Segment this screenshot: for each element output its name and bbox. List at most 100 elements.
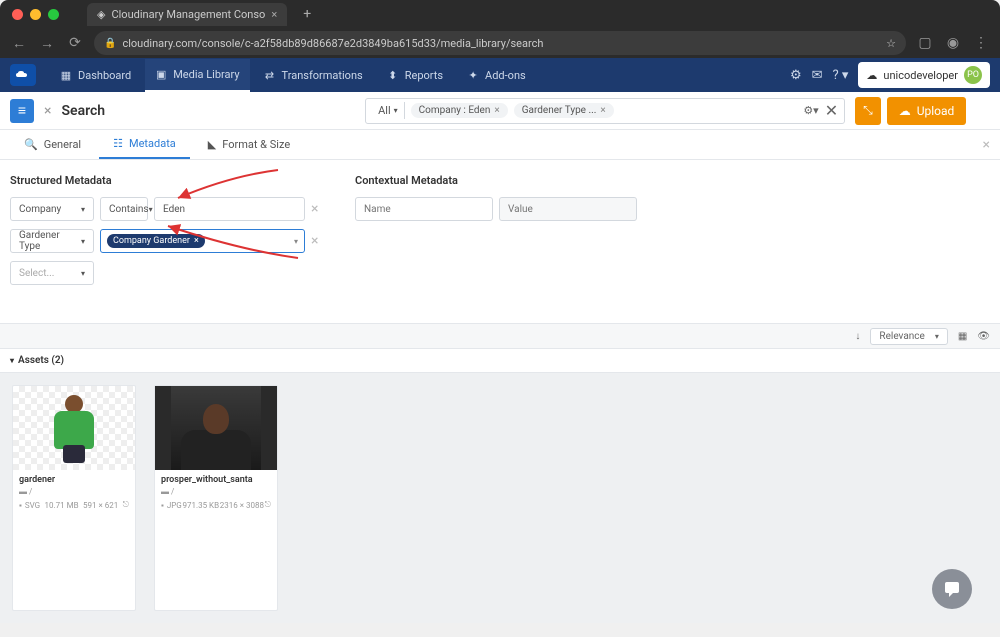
search-input[interactable]: All▾ Company : Eden× Gardener Type ...× … (365, 98, 845, 124)
person-photo (171, 386, 261, 470)
context-value-input[interactable] (499, 197, 637, 221)
chat-icon (942, 579, 962, 599)
preview-toggle-icon[interactable]: 👁 (977, 331, 990, 342)
inbox-icon[interactable]: ✉ (812, 68, 823, 83)
clear-search-icon[interactable]: ✕ (825, 101, 838, 120)
address-bar[interactable]: 🔒 cloudinary.com/console/c-a2f58db89d866… (94, 31, 906, 55)
extension-icon[interactable]: ▢ (916, 35, 934, 51)
tag-remove-icon[interactable]: × (194, 236, 199, 246)
field-dropdown[interactable]: Gardener Type▾ (10, 229, 94, 253)
link-icon[interactable]: ⎋ (265, 500, 271, 510)
upload-options-button[interactable]: ⤡ (855, 97, 881, 125)
filter-row: Gardener Type▾ Company Gardener× ▾ × (10, 229, 325, 253)
browser-tab[interactable]: ◈ Cloudinary Management Conso × (87, 3, 287, 26)
chevron-down-icon: ▾ (294, 237, 298, 246)
person-illustration (50, 393, 98, 463)
tab-format-size[interactable]: ◣Format & Size (194, 131, 304, 158)
format-icon: ▪ (161, 501, 164, 510)
structured-title: Structured Metadata (10, 174, 325, 187)
filters-panel: Structured Metadata Company▾ Contains▾ ×… (0, 160, 1000, 323)
chevron-down-icon: ▾ (81, 269, 85, 278)
addons-icon: ✦ (467, 69, 479, 81)
nav-addons[interactable]: ✦Add-ons (457, 59, 536, 92)
nav-dashboard[interactable]: ▦Dashboard (50, 59, 141, 92)
tab-close-icon[interactable]: × (271, 8, 277, 21)
link-icon[interactable]: ⎋ (123, 500, 129, 510)
transform-icon: ⇄ (264, 69, 276, 81)
nav-transformations[interactable]: ⇄Transformations (254, 59, 373, 92)
filter-row: Company▾ Contains▾ × (10, 197, 325, 221)
structured-metadata-col: Structured Metadata Company▾ Contains▾ ×… (10, 174, 325, 293)
chevron-down-icon: ▾ (81, 237, 85, 246)
filter-chip[interactable]: Gardener Type ...× (514, 103, 614, 118)
main-nav: ▦Dashboard ▣Media Library ⇄Transformatio… (50, 59, 536, 92)
chip-remove-icon[interactable]: × (494, 105, 499, 116)
help-icon[interactable]: ? ▾ (833, 68, 849, 83)
window-minimize[interactable] (30, 9, 41, 20)
tab-general[interactable]: 🔍General (10, 131, 95, 158)
new-tab-button[interactable]: + (303, 6, 311, 22)
nav-reports[interactable]: ⬍Reports (377, 59, 453, 92)
scope-selector[interactable]: All▾ (372, 102, 405, 119)
metadata-icon: ☷ (113, 137, 123, 150)
window-maximize[interactable] (48, 9, 59, 20)
close-panel-icon[interactable]: × (983, 137, 990, 153)
lock-icon: 🔒 (104, 38, 116, 49)
upload-button[interactable]: ☁Upload (887, 97, 967, 125)
selected-tag[interactable]: Company Gardener× (107, 234, 205, 248)
window-close[interactable] (12, 9, 23, 20)
upload-group: ⤡ ☁Upload (855, 97, 966, 125)
folder-icon: ▬ (161, 487, 169, 496)
value-input[interactable] (154, 197, 305, 221)
remove-row-icon[interactable]: × (311, 233, 325, 249)
filter-chip[interactable]: Company : Eden× (411, 103, 508, 118)
sort-dropdown[interactable]: Relevance▾ (870, 328, 947, 345)
format-icon: ▪ (19, 501, 22, 510)
asset-name: gardener (19, 475, 129, 485)
remove-row-icon[interactable]: × (311, 201, 325, 217)
tag-value-input[interactable]: Company Gardener× ▾ (100, 229, 305, 253)
asset-dims: 591 × 621 (83, 501, 118, 510)
field-dropdown[interactable]: Company▾ (10, 197, 94, 221)
browser-chrome: ◈ Cloudinary Management Conso × + ← → ⟳ … (0, 0, 1000, 58)
page-title: Search (61, 103, 105, 119)
asset-format: JPG (167, 501, 182, 510)
asset-dims: 2316 × 3088 (220, 501, 264, 510)
asset-size: 971.35 KB (182, 501, 219, 510)
settings-icon[interactable]: ⚙ (790, 68, 802, 83)
nav-media-library[interactable]: ▣Media Library (145, 59, 249, 92)
profile-avatar-icon[interactable]: ◉ (944, 35, 962, 51)
menu-toggle[interactable]: ≡ (10, 99, 34, 123)
tab-metadata[interactable]: ☷Metadata (99, 130, 190, 159)
nav-reload-icon[interactable]: ⟳ (66, 35, 84, 51)
nav-forward-icon[interactable]: → (38, 35, 56, 52)
operator-dropdown[interactable]: Contains▾ (100, 197, 148, 221)
cloudinary-logo[interactable] (10, 64, 36, 86)
asset-card[interactable]: gardener ▬ / ▪SVG 10.71 MB 591 × 621 ⎋ (12, 385, 136, 611)
asset-meta: gardener ▬ / ▪SVG 10.71 MB 591 × 621 ⎋ (13, 470, 135, 515)
asset-card[interactable]: prosper_without_santa ▬ / ▪JPG 971.35 KB… (154, 385, 278, 611)
browser-menu-icon[interactable]: ⋮ (972, 35, 990, 51)
star-icon[interactable]: ☆ (886, 37, 896, 50)
assets-header[interactable]: ▾ Assets (2) (0, 349, 1000, 373)
add-filter-row: Select...▾ (10, 261, 325, 285)
format-icon: ◣ (208, 138, 216, 151)
search-icon: 🔍 (24, 138, 38, 151)
collapse-icon: ⤡ (863, 103, 873, 118)
chevron-down-icon: ▾ (149, 205, 153, 214)
close-search-icon[interactable]: × (44, 103, 51, 119)
asset-format: SVG (25, 501, 40, 510)
intercom-launcher[interactable] (932, 569, 972, 609)
add-field-dropdown[interactable]: Select...▾ (10, 261, 94, 285)
nav-back-icon[interactable]: ← (10, 35, 28, 52)
asset-name: prosper_without_santa (161, 475, 271, 485)
grid-view-icon[interactable]: ▦ (958, 331, 967, 342)
chevron-down-icon: ▾ (81, 205, 85, 214)
chip-remove-icon[interactable]: × (600, 105, 605, 116)
context-name-input[interactable] (355, 197, 493, 221)
header-right: ⚙ ✉ ? ▾ ☁ unicodeveloper PO (790, 62, 990, 88)
user-menu[interactable]: ☁ unicodeveloper PO (858, 62, 990, 88)
contextual-title: Contextual Metadata (355, 174, 655, 187)
sort-direction-icon[interactable]: ↓ (855, 331, 860, 342)
search-settings-icon[interactable]: ⚙▾ (803, 104, 818, 117)
